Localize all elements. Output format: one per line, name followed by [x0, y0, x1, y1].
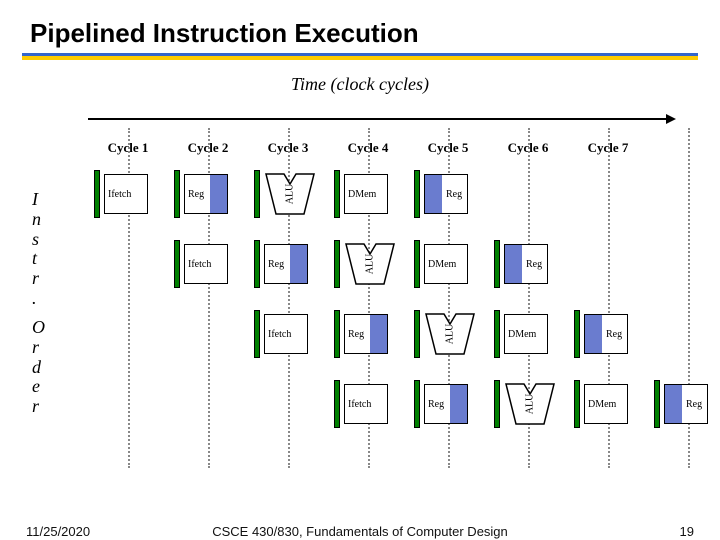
reg-write-stage: Reg	[584, 314, 628, 354]
latch-icon	[334, 380, 340, 428]
time-arrow-icon	[88, 118, 668, 120]
latch-icon	[494, 380, 500, 428]
reg-read-stage: Reg	[424, 384, 468, 424]
latch-icon	[414, 380, 420, 428]
time-axis-label: Time (clock cycles)	[0, 74, 720, 95]
footer-course: CSCE 430/830, Fundamentals of Computer D…	[0, 524, 720, 539]
order-vertical-label: Order	[32, 318, 45, 417]
ifetch-stage: Ifetch	[184, 244, 228, 284]
ifetch-stage: Ifetch	[344, 384, 388, 424]
latch-icon	[494, 310, 500, 358]
latch-icon	[174, 240, 180, 288]
latch-icon	[414, 310, 420, 358]
reg-read-stage: Reg	[264, 244, 308, 284]
latch-icon	[334, 240, 340, 288]
latch-icon	[254, 170, 260, 218]
latch-icon	[494, 240, 500, 288]
latch-icon	[654, 380, 660, 428]
latch-icon	[94, 170, 100, 218]
ifetch-stage: Ifetch	[104, 174, 148, 214]
alu-stage: ALU	[424, 312, 476, 356]
latch-icon	[414, 240, 420, 288]
dmem-stage: DMem	[424, 244, 468, 284]
latch-icon	[334, 310, 340, 358]
reg-write-stage: Reg	[424, 174, 468, 214]
slide-title: Pipelined Instruction Execution	[0, 0, 720, 53]
latch-icon	[254, 240, 260, 288]
reg-write-stage: Reg	[504, 244, 548, 284]
instr-vertical-label: Instr.	[32, 190, 41, 309]
latch-icon	[414, 170, 420, 218]
latch-icon	[174, 170, 180, 218]
footer-page-number: 19	[680, 524, 694, 539]
latch-icon	[574, 380, 580, 428]
latch-icon	[334, 170, 340, 218]
reg-read-stage: Reg	[184, 174, 228, 214]
alu-stage: ALU	[344, 242, 396, 286]
alu-stage: ALU	[264, 172, 316, 216]
dmem-stage: DMem	[584, 384, 628, 424]
title-underline-yellow	[22, 56, 698, 60]
reg-read-stage: Reg	[344, 314, 388, 354]
ifetch-stage: Ifetch	[264, 314, 308, 354]
dmem-stage: DMem	[504, 314, 548, 354]
dmem-stage: DMem	[344, 174, 388, 214]
alu-stage: ALU	[504, 382, 556, 426]
latch-icon	[254, 310, 260, 358]
reg-write-stage: Reg	[664, 384, 708, 424]
pipeline-diagram: Cycle 1 Cycle 2 Cycle 3 Cycle 4 Cycle 5 …	[88, 118, 692, 478]
latch-icon	[574, 310, 580, 358]
